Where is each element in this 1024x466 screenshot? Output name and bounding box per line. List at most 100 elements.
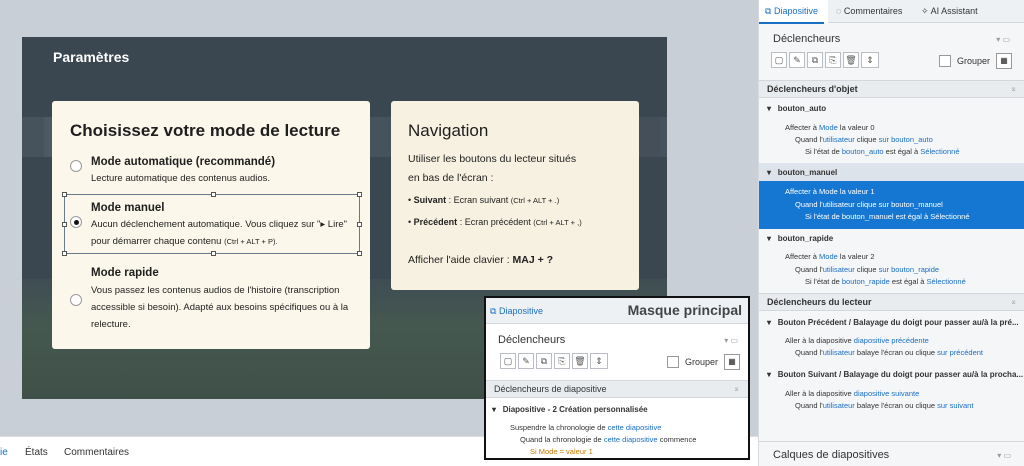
overlay-toolbar: ▢ ✎ ⧉ ⎘ 🗑 ⇕ (500, 353, 608, 371)
radio-rapid[interactable] (70, 294, 82, 306)
tab-diapositive[interactable]: ⧉ Diapositive (759, 6, 824, 24)
trigger-selected[interactable]: Affecter à Mode la valeur 1 Quand l'util… (759, 181, 1024, 229)
resize-handle[interactable] (211, 192, 216, 197)
copy-trigger-icon[interactable]: ⧉ (807, 52, 823, 68)
calendar-icon[interactable]: ▦ (724, 354, 740, 370)
edit-trigger-icon[interactable]: ✎ (518, 353, 534, 369)
paste-trigger-icon[interactable]: ⎘ (554, 353, 570, 369)
panel-options-icon[interactable]: ▾ ▭ (997, 451, 1011, 460)
copy-trigger-icon[interactable]: ⧉ (536, 353, 552, 369)
trigger-object-name: ▾ Bouton Suivant / Balayage du doigt pou… (767, 370, 1024, 379)
resize-handle[interactable] (62, 192, 67, 197)
sparkle-icon: ✧ (921, 6, 929, 16)
trigger-object-row[interactable]: ▾ bouton_manuel (759, 163, 1024, 181)
trigger-object-name: ▾ bouton_auto (767, 104, 827, 113)
overlay-title: Masque principal (627, 302, 742, 318)
navigation-card: Navigation Utiliser les boutons du lecte… (391, 101, 639, 290)
panel-options-icon[interactable]: ▾ ▭ (996, 35, 1010, 44)
layers-title: Calques de diapositives (773, 449, 890, 461)
panel-options-icon[interactable]: ▾ ▭ (724, 336, 738, 345)
player-trigger-next[interactable]: ▾ Bouton Suivant / Balayage du doigt pou… (759, 364, 1024, 416)
trigger-group-bouton-rapide[interactable]: ▾ bouton_rapide Affecter à Mode la valeu… (759, 230, 1024, 292)
tab-comments[interactable]: Commentaires (64, 447, 129, 458)
trigger-group-bouton-auto[interactable]: ▾ bouton_auto Affecter à Mode la valeur … (759, 99, 1024, 161)
group-checkbox[interactable]: Grouper (938, 55, 990, 67)
trigger-condition: Si l'état de bouton_rapide est égal à Sé… (805, 277, 966, 286)
checkbox[interactable] (666, 356, 679, 368)
trigger-action[interactable]: Affecter à Mode la valeur 0 (785, 123, 875, 132)
slide-trigger-group[interactable]: ▾ Diapositive - 2 Création personnalisée… (486, 399, 748, 458)
option-manual-desc: Aucun déclenchement automatique. Vous cl… (91, 219, 348, 247)
player-trigger-previous[interactable]: ▾ Bouton Précédent / Balayage du doigt p… (759, 312, 1024, 362)
trigger-when: Quand l'utilisateur balaye l'écran ou cl… (795, 401, 974, 410)
option-rapid-desc: Vous passez les contenus audios de l'his… (91, 285, 349, 330)
trigger-when: Quand l'utilisateur clique sur bouton_au… (795, 135, 933, 144)
trigger-object-name: ▾ Diapositive - 2 Création personnalisée (492, 405, 648, 414)
navigation-text: en bas de l'écran : (408, 172, 494, 184)
move-updown-icon[interactable]: ⇕ (861, 52, 879, 68)
delete-trigger-icon[interactable]: 🗑 (572, 353, 588, 369)
mode-card-heading: Choisissez votre mode de lecture (70, 121, 341, 140)
trigger-object-name: ▾ bouton_rapide (767, 234, 834, 243)
overlay-tabs: ⧉ Diapositive Masque principal (486, 298, 748, 324)
trigger-when: Quand l'utilisateur balaye l'écran ou cl… (795, 348, 984, 357)
resize-handle[interactable] (357, 251, 362, 256)
tab-ai-assistant[interactable]: ✧ AI Assistant (921, 6, 978, 17)
tab-commentaires[interactable]: ◌ Commentaires (836, 6, 902, 16)
delete-trigger-icon[interactable]: 🗑 (843, 52, 859, 68)
collapse-icon[interactable]: ⌅ (1010, 84, 1017, 93)
trigger-action[interactable]: Affecter à Mode la valeur 2 (785, 252, 875, 261)
trigger-action[interactable]: Aller à la diapositive diapositive précé… (785, 336, 929, 345)
collapse-icon[interactable]: ⌅ (733, 384, 740, 393)
player-triggers-section[interactable]: Déclencheurs du lecteur ⌅ (759, 293, 1024, 311)
trigger-condition: Si Mode = valeur 1 (530, 447, 593, 456)
resize-handle[interactable] (62, 222, 67, 227)
navigation-next-line: • Suivant : Ecran suivant (Ctrl + ALT + … (408, 195, 560, 205)
option-rapid-title: Mode rapide (91, 267, 159, 279)
trigger-condition: Si l'état de bouton_auto est égal à Séle… (805, 147, 960, 156)
resize-handle[interactable] (62, 251, 67, 256)
trigger-action[interactable]: Suspendre la chronologie de cette diapos… (510, 423, 661, 432)
comment-icon: ◌ (836, 6, 842, 16)
master-triggers-overlay: ⧉ Diapositive Masque principal Déclenche… (484, 296, 750, 460)
paste-trigger-icon[interactable]: ⎘ (825, 52, 841, 68)
option-auto-title: Mode automatique (recommandé) (91, 156, 276, 168)
radio-manual[interactable] (70, 216, 82, 228)
trigger-object-name: ▾ Bouton Précédent / Balayage du doigt p… (767, 318, 1019, 327)
navigation-text: Utiliser les boutons du lecteur situés (408, 153, 577, 165)
trigger-object-name: ▾ bouton_manuel (767, 168, 838, 177)
keyboard-help-line: Afficher l'aide clavier : MAJ + ? (408, 254, 554, 266)
slide-title: Paramètres (53, 49, 130, 65)
checkbox[interactable] (938, 55, 951, 67)
triggers-title: Déclencheurs (773, 33, 841, 45)
new-trigger-icon[interactable]: ▢ (500, 353, 516, 369)
resize-handle[interactable] (357, 192, 362, 197)
slide-layers-panel[interactable]: Calques de diapositives ▾ ▭ (759, 441, 1024, 466)
trigger-when: Quand l'utilisateur clique sur bouton_ra… (795, 265, 940, 274)
trigger-when: Quand la chronologie de cette diapositiv… (520, 435, 697, 444)
trigger-action[interactable]: Aller à la diapositive diapositive suiva… (785, 389, 919, 398)
overlay-tab-diapositive[interactable]: ⧉ Diapositive (490, 306, 543, 317)
object-triggers-section[interactable]: Déclencheurs d'objet ⌅ (759, 80, 1024, 98)
slide-triggers-section[interactable]: Déclencheurs de diapositive ⌅ (486, 380, 748, 398)
tab-states[interactable]: États (25, 447, 48, 458)
trigger-action[interactable]: Affecter à Mode la valeur 1 (785, 187, 875, 196)
group-checkbox[interactable]: Grouper (666, 356, 718, 368)
triggers-panel: ⧉ Diapositive ◌ Commentaires ✧ AI Assist… (758, 0, 1024, 466)
calendar-icon[interactable]: ▦ (996, 53, 1012, 69)
option-manual-title: Mode manuel (91, 202, 165, 214)
option-auto-desc: Lecture automatique des contenus audios. (91, 173, 271, 184)
navigation-prev-line: • Précédent : Ecran précédent (Ctrl + AL… (408, 217, 582, 227)
move-updown-icon[interactable]: ⇕ (590, 353, 608, 369)
layers-icon: ⧉ (490, 306, 497, 316)
new-trigger-icon[interactable]: ▢ (771, 52, 787, 68)
trigger-when: Quand l'utilisateur clique sur bouton_ma… (795, 200, 943, 209)
panel-tabs: ⧉ Diapositive ◌ Commentaires ✧ AI Assist… (759, 0, 1024, 24)
collapse-icon[interactable]: ⌅ (1010, 297, 1017, 306)
navigation-heading: Navigation (408, 121, 489, 140)
resize-handle[interactable] (211, 251, 216, 256)
edit-trigger-icon[interactable]: ✎ (789, 52, 805, 68)
radio-auto[interactable] (70, 160, 82, 172)
triggers-toolbar: ▢ ✎ ⧉ ⎘ 🗑 ⇕ (771, 52, 879, 70)
tab-timeline[interactable]: ie (0, 447, 8, 458)
